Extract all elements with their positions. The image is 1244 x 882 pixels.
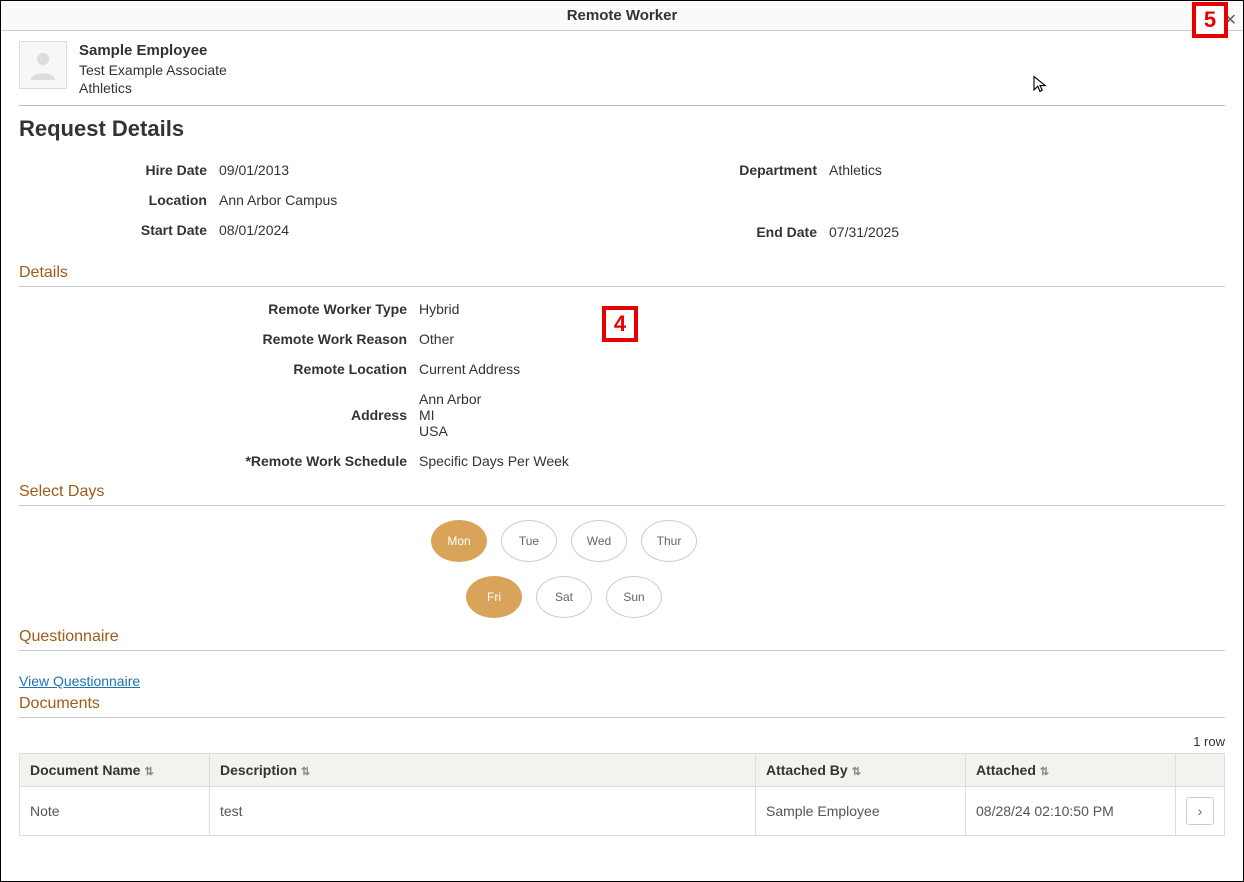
documents-row-count: 1 row	[19, 734, 1225, 749]
employee-name: Sample Employee	[79, 41, 227, 61]
employee-title: Test Example Associate	[79, 61, 227, 79]
annotation-box-4: 4	[602, 306, 638, 342]
sort-icon: ⇅	[1040, 765, 1049, 778]
documents-table: Document Name⇅ Description⇅ Attached By⇅…	[19, 753, 1225, 836]
worker-type-label: Remote Worker Type	[19, 301, 419, 317]
start-date-label: Start Date	[19, 222, 219, 238]
end-date-label: End Date	[629, 224, 829, 240]
employee-dept: Athletics	[79, 79, 227, 97]
view-questionnaire-link[interactable]: View Questionnaire	[19, 673, 140, 689]
select-days-section-heading: Select Days	[19, 483, 1225, 506]
hire-date-value: 09/01/2013	[219, 162, 609, 178]
department-label: Department	[629, 162, 829, 178]
day-mon[interactable]: Mon	[431, 520, 487, 562]
cell-doc-name: Note	[20, 786, 210, 835]
cursor-icon	[1031, 75, 1049, 93]
annotation-box-5: 5	[1192, 2, 1228, 38]
day-thur[interactable]: Thur	[641, 520, 697, 562]
table-row: Note test Sample Employee 08/28/24 02:10…	[20, 786, 1225, 835]
col-description[interactable]: Description⇅	[210, 753, 756, 786]
cell-attached: 08/28/24 02:10:50 PM	[966, 786, 1176, 835]
chevron-right-icon: ›	[1198, 803, 1203, 819]
hire-date-label: Hire Date	[19, 162, 219, 178]
day-sun[interactable]: Sun	[606, 576, 662, 618]
sort-icon: ⇅	[301, 765, 310, 778]
location-label: Location	[19, 192, 219, 208]
sort-icon: ⇅	[144, 765, 153, 778]
row-expand-button[interactable]: ›	[1186, 797, 1214, 825]
start-date-value: 08/01/2024	[219, 222, 609, 238]
location-value: Ann Arbor Campus	[219, 192, 609, 208]
page-header-title: Remote Worker	[567, 7, 678, 24]
cell-attached-by: Sample Employee	[756, 786, 966, 835]
col-doc-name[interactable]: Document Name⇅	[20, 753, 210, 786]
remote-location-label: Remote Location	[19, 361, 419, 377]
day-tue[interactable]: Tue	[501, 520, 557, 562]
work-reason-value: Other	[419, 331, 454, 347]
page-title: Request Details	[19, 116, 1225, 142]
questionnaire-section-heading: Questionnaire	[19, 628, 1225, 651]
schedule-value: Specific Days Per Week	[419, 453, 569, 469]
avatar	[19, 41, 67, 89]
schedule-label: *Remote Work Schedule	[19, 453, 419, 469]
details-section-heading: Details	[19, 264, 1225, 287]
department-value: Athletics	[829, 162, 1225, 178]
col-attached-by[interactable]: Attached By⇅	[756, 753, 966, 786]
day-sat[interactable]: Sat	[536, 576, 592, 618]
col-attached[interactable]: Attached⇅	[966, 753, 1176, 786]
day-fri[interactable]: Fri	[466, 576, 522, 618]
end-date-value: 07/31/2025	[829, 224, 1225, 240]
documents-section-heading: Documents	[19, 695, 1225, 718]
cell-description: test	[210, 786, 756, 835]
remote-location-value: Current Address	[419, 361, 520, 377]
worker-type-value: Hybrid	[419, 301, 459, 317]
sort-icon: ⇅	[852, 765, 861, 778]
person-icon	[25, 47, 61, 83]
address-value: Ann Arbor MI USA	[419, 391, 481, 439]
page-header: Remote Worker ✕	[1, 1, 1243, 31]
work-reason-label: Remote Work Reason	[19, 331, 419, 347]
day-wed[interactable]: Wed	[571, 520, 627, 562]
address-label: Address	[19, 407, 419, 423]
